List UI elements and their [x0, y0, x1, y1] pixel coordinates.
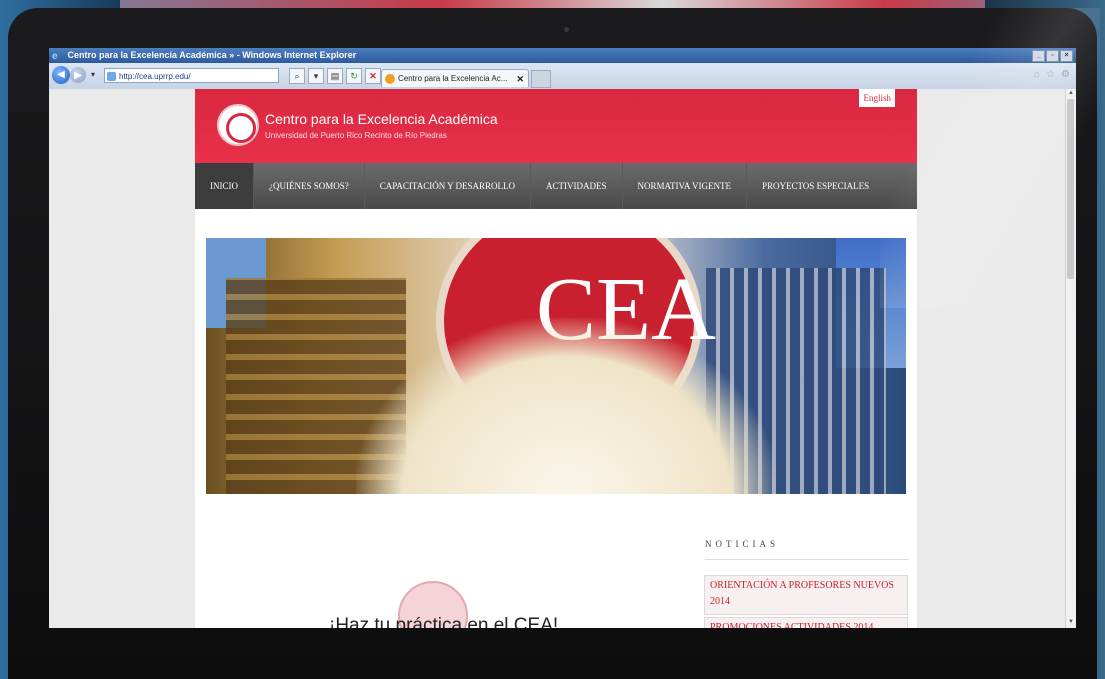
back-button[interactable]: ◀ [52, 66, 70, 84]
favorites-icon[interactable]: ☆ [1046, 69, 1055, 80]
browser-right-icons: ⌂ ☆ ⚙ [1034, 69, 1070, 80]
dropdown-icon[interactable]: ▾ [308, 68, 324, 84]
news-item[interactable]: ORIENTACIÓN A PROFESORES NUEVOS 2014 [704, 575, 908, 615]
forward-button[interactable]: ▶ [70, 67, 86, 83]
scroll-up-icon[interactable]: ▲ [1067, 90, 1075, 98]
search-icon[interactable]: ⌕ [289, 68, 305, 84]
news-item[interactable]: PROMOCIONES ACTIVIDADES 2014 [704, 617, 908, 628]
home-icon[interactable]: ⌂ [1034, 69, 1040, 80]
screen: e Centro para la Excelencia Académica » … [49, 48, 1076, 628]
menu-capacitacion[interactable]: CAPACITACIÓN Y DESARROLLO [365, 163, 532, 209]
maximize-icon[interactable]: ▫ [1046, 50, 1059, 62]
hero-open-book [356, 318, 776, 494]
site-header: Centro para la Excelencia Académica Univ… [195, 89, 917, 163]
page-viewport: Centro para la Excelencia Académica Univ… [49, 89, 1066, 628]
refresh-icon[interactable]: ↻ [346, 68, 362, 84]
english-button[interactable]: English [859, 89, 895, 107]
website: Centro para la Excelencia Académica Univ… [195, 89, 917, 628]
main-menu: INICIO ¿QUIÉNES SOMOS? CAPACITACIÓN Y DE… [195, 163, 917, 209]
menu-proyectos[interactable]: PROYECTOS ESPECIALES [747, 163, 884, 209]
window-titlebar: e Centro para la Excelencia Académica » … [49, 48, 1076, 63]
window-title: Centro para la Excelencia Académica » - … [67, 50, 357, 60]
address-bar[interactable]: http://cea.uprrp.edu/ [104, 68, 279, 83]
tab-close-icon[interactable]: ✕ [516, 70, 524, 88]
settings-gear-icon[interactable]: ⚙ [1061, 69, 1070, 80]
compat-view-icon[interactable]: ▤ [327, 68, 343, 84]
hero-banner: CEA [206, 238, 906, 494]
ie-logo-icon: e [52, 51, 58, 62]
scroll-down-icon[interactable]: ▼ [1067, 619, 1075, 627]
site-title[interactable]: Centro para la Excelencia Académica [265, 111, 498, 127]
site-subtitle: Universidad de Puerto Rico Recinto de Rí… [265, 131, 447, 140]
tab-favicon-icon [385, 74, 395, 84]
cea-logo[interactable] [217, 104, 259, 146]
scrollbar-thumb[interactable] [1067, 99, 1074, 279]
minimize-icon[interactable]: _ [1032, 50, 1045, 62]
new-tab-button[interactable] [531, 70, 551, 88]
close-icon[interactable]: × [1060, 50, 1073, 62]
address-actions: ⌕ ▾ ▤ ↻ ✕ [289, 68, 381, 84]
window-controls: _ ▫ × [1032, 50, 1073, 62]
promo-heading: ¡Haz tu práctica en el CEA! [329, 615, 559, 628]
news-divider [705, 559, 909, 560]
tab-label: Centro para la Excelencia Ac... [398, 74, 508, 83]
news-title: NOTICIAS [705, 539, 779, 549]
menu-normativa[interactable]: NORMATIVA VIGENTE [623, 163, 747, 209]
tab-cea[interactable]: Centro para la Excelencia Ac... ✕ [381, 69, 529, 87]
address-text: http://cea.uprrp.edu/ [119, 72, 191, 81]
history-dropdown-icon[interactable]: ▾ [91, 70, 95, 79]
camera-icon [564, 27, 569, 32]
browser-navbar: ◀ ▶ ▾ http://cea.uprrp.edu/ ⌕ ▾ ▤ ↻ ✕ Ce… [49, 63, 1076, 89]
page-icon [107, 72, 116, 81]
menu-quienes-somos[interactable]: ¿QUIÉNES SOMOS? [254, 163, 365, 209]
stop-icon[interactable]: ✕ [365, 68, 381, 84]
menu-inicio[interactable]: INICIO [195, 163, 254, 209]
menu-actividades[interactable]: ACTIVIDADES [531, 163, 623, 209]
vertical-scrollbar[interactable]: ▲ ▼ [1065, 89, 1076, 628]
